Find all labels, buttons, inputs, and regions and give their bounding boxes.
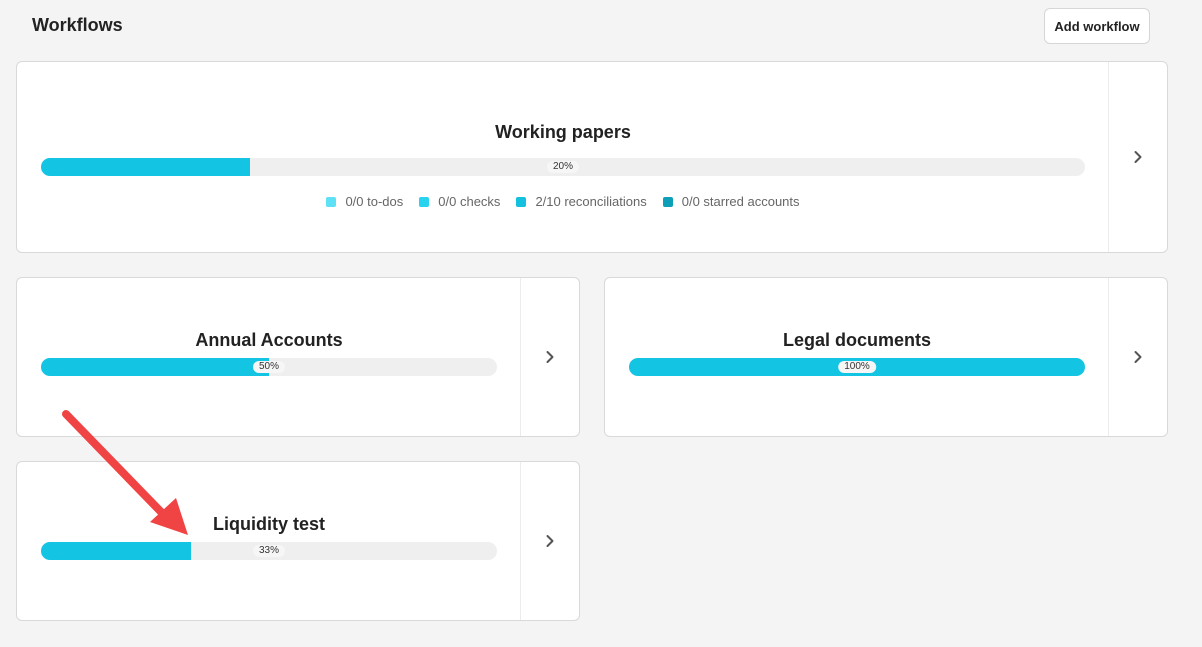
progress-label: 20% (546, 161, 580, 173)
legend-item-starred-accounts: 0/0 starred accounts (662, 194, 800, 209)
open-working-papers-button[interactable] (1108, 62, 1167, 252)
add-workflow-button[interactable]: Add workflow (1044, 8, 1150, 44)
workflow-card-liquidity-test[interactable]: Liquidity test 33% (16, 461, 580, 621)
progress-fill (41, 542, 192, 560)
progress-label: 33% (252, 545, 286, 557)
legend-swatch (662, 196, 673, 207)
legend-label: 0/0 to-dos (345, 194, 404, 209)
legend-label: 2/10 reconciliations (535, 194, 647, 209)
chevron-right-icon (546, 535, 554, 547)
legend-swatch (419, 196, 430, 207)
page-title: Workflows (32, 15, 123, 35)
workflow-card-body: Liquidity test 33% (17, 462, 521, 620)
workflow-title: Liquidity test (213, 514, 325, 534)
workflow-progress-bar: 20% (41, 158, 1085, 176)
chevron-right-icon (546, 351, 554, 363)
workflow-card-body: Working papers 20% 0/0 to-dos 0/0 checks… (17, 62, 1109, 252)
page-header: Workflows Add workflow (0, 0, 1202, 56)
open-annual-accounts-button[interactable] (520, 278, 579, 436)
workflow-card-legal-documents[interactable]: Legal documents 100% (604, 277, 1168, 437)
workflow-progress-bar: 100% (629, 358, 1085, 376)
workflow-title: Legal documents (782, 330, 932, 350)
workflow-progress-bar: 33% (41, 542, 497, 560)
progress-label: 100% (838, 361, 876, 373)
progress-fill (41, 358, 269, 376)
progress-fill (41, 158, 250, 176)
open-liquidity-test-button[interactable] (520, 462, 579, 620)
chevron-right-icon (1134, 151, 1142, 163)
workflow-progress-bar: 50% (41, 358, 497, 376)
legend-item-reconciliations: 2/10 reconciliations (516, 194, 647, 209)
legend-swatch (326, 196, 337, 207)
workflow-legend: 0/0 to-dos 0/0 checks 2/10 reconciliatio… (17, 194, 1109, 209)
workflow-title: Annual Accounts (195, 330, 343, 350)
workflow-card-body: Annual Accounts 50% (17, 278, 521, 436)
workflow-card-working-papers[interactable]: Working papers 20% 0/0 to-dos 0/0 checks… (16, 61, 1168, 253)
workflow-card-annual-accounts[interactable]: Annual Accounts 50% (16, 277, 580, 437)
workflow-card-body: Legal documents 100% (605, 278, 1109, 436)
open-legal-documents-button[interactable] (1108, 278, 1167, 436)
progress-label: 50% (252, 361, 286, 373)
chevron-right-icon (1134, 351, 1142, 363)
workflow-title: Working papers (495, 122, 631, 142)
legend-item-todos: 0/0 to-dos (326, 194, 403, 209)
legend-swatch (516, 196, 527, 207)
legend-label: 0/0 starred accounts (681, 194, 800, 209)
legend-label: 0/0 checks (438, 194, 501, 209)
legend-item-checks: 0/0 checks (419, 194, 500, 209)
